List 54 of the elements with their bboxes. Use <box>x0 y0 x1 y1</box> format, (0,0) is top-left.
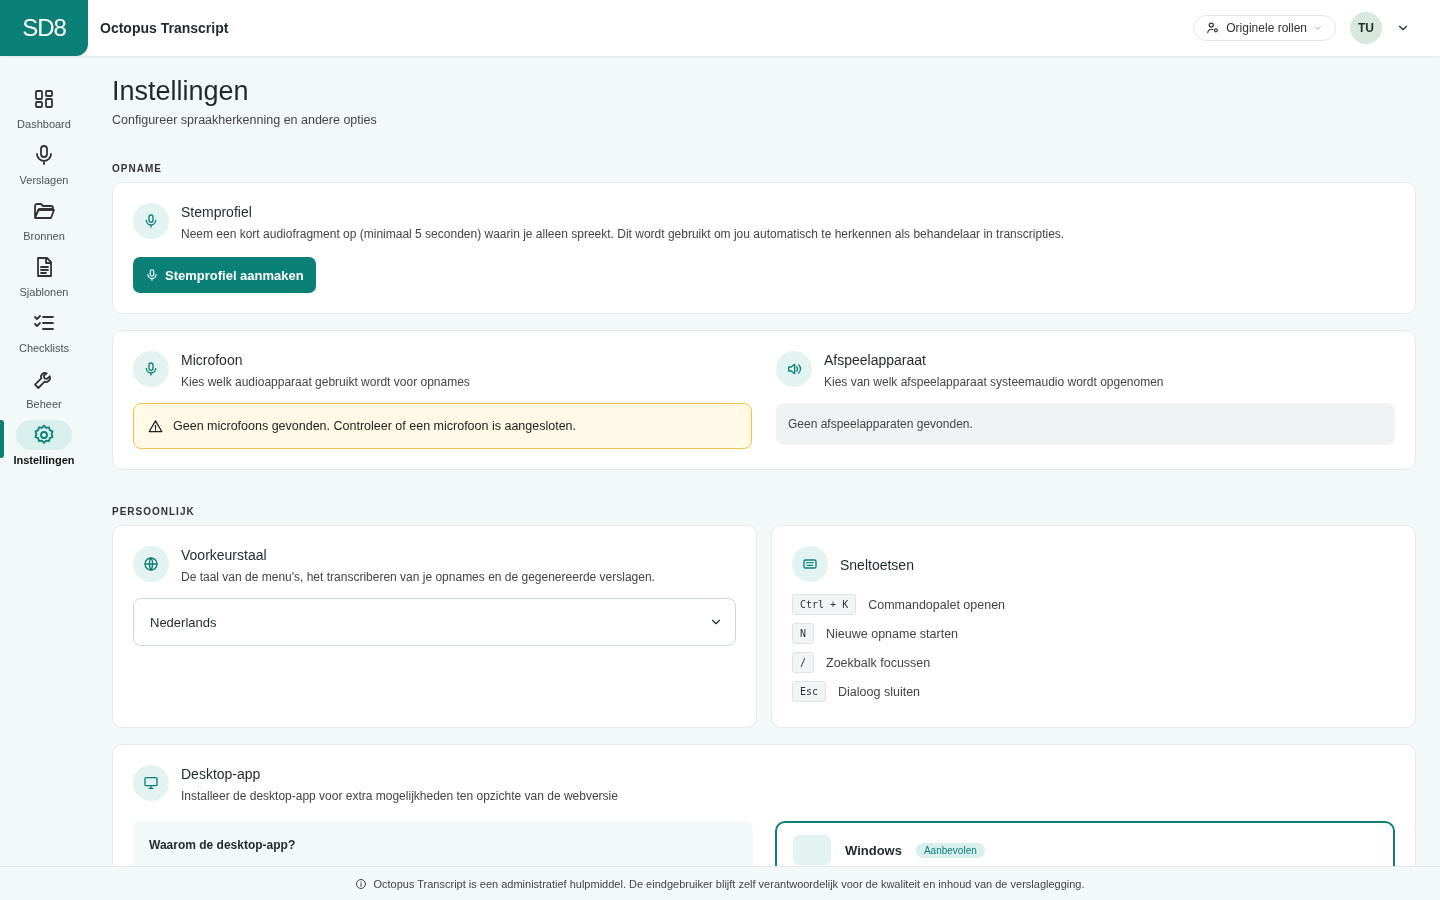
nav-item[interactable]: Bronnen <box>0 196 88 248</box>
info-icon <box>355 877 368 890</box>
create-voice-profile-button[interactable]: Stemprofiel aanmaken <box>133 257 316 293</box>
shortcut-label: Dialoog sluiten <box>838 684 921 699</box>
nav-item[interactable]: Beheer <box>0 364 88 416</box>
card-title: Stemprofiel <box>181 204 253 220</box>
card-title: Afspeelapparaat <box>824 352 927 368</box>
globe-icon <box>133 546 169 582</box>
microphone-icon <box>133 203 169 239</box>
nav-item[interactable]: Instellingen <box>0 420 88 472</box>
notice-text: Geen afspeelapparaten gevonden. <box>788 417 973 431</box>
nav-item[interactable]: Verslagen <box>0 140 88 192</box>
microphone-icon <box>145 268 159 282</box>
card-description: Installeer de desktop-app voor extra mogelijkheden ten opzichte van de webversie <box>181 789 618 803</box>
card-description: Kies welk audioapparaat gebruikt wordt voor opnames <box>181 375 470 389</box>
key-cap: Esc <box>792 681 827 702</box>
key-cap: / <box>792 652 815 673</box>
warning-icon <box>148 418 163 434</box>
monitor-icon <box>133 765 169 801</box>
panel-heading: Waarom de desktop-app? <box>149 838 296 852</box>
grid-icon <box>32 87 56 111</box>
chevron-down-icon <box>1313 23 1323 33</box>
card-description: Neem een kort audiofragment op (minimaal 5 seconden) waarin je alleen spreekt. Dit wordt gebruikt om jou automatisch te herkennen als behandelaar in transcripties. <box>181 227 1065 241</box>
disclaimer-text: Octopus Transcript is een administratief hulpmiddel. De eindgebruiker blijft zelf verantwoordelijk voor de kwaliteit en inhoud van de verslaglegging. <box>373 877 1085 890</box>
user-settings-icon <box>1206 21 1221 35</box>
card-title: Sneltoetsen <box>840 556 914 573</box>
card-description: De taal van de menu's, het transcriberen van je opnames en de gegenereerde verslagen. <box>181 570 655 584</box>
shortcut-label: Zoekbalk focussen <box>826 655 931 670</box>
microphone-icon <box>133 351 169 387</box>
nav-item[interactable]: Checklists <box>0 308 88 360</box>
page-title: Instellingen <box>112 76 250 107</box>
card-title: Voorkeurstaal <box>181 547 268 563</box>
app-name: Octopus Transcript <box>100 20 229 36</box>
settings-icon <box>32 423 56 447</box>
avatar[interactable]: TU <box>1350 12 1382 44</box>
section-heading: PERSOONLIJK <box>112 506 196 517</box>
notice-text: Geen microfoons gevonden. Controleer of een microfoon is aangesloten. <box>173 419 577 433</box>
role-button[interactable]: Originele rollen <box>1193 15 1336 41</box>
shortcut-label: Nieuwe opname starten <box>826 626 959 641</box>
language-select[interactable]: Nederlands <box>133 598 736 646</box>
card-description: Kies van welk afspeelapparaat systeemaudio wordt opgenomen <box>824 375 1164 389</box>
logo: SD8 <box>0 0 88 56</box>
card-title: Microfoon <box>181 352 244 368</box>
shortcut-label: Commandopalet openen <box>868 597 1006 612</box>
card-title: Desktop-app <box>181 766 262 782</box>
keyboard-icon <box>792 546 828 582</box>
nav-item[interactable]: Sjablonen <box>0 252 88 304</box>
nav-item[interactable]: Dashboard <box>0 84 88 136</box>
speaker-icon <box>776 351 812 387</box>
key-cap: N <box>792 623 815 644</box>
recommended-badge: Aanbevolen <box>915 842 985 858</box>
section-heading: OPNAME <box>112 163 163 174</box>
key-cap: Ctrl + K <box>792 594 857 615</box>
page-subtitle: Configureer spraakherkenning en andere opties <box>112 113 378 127</box>
